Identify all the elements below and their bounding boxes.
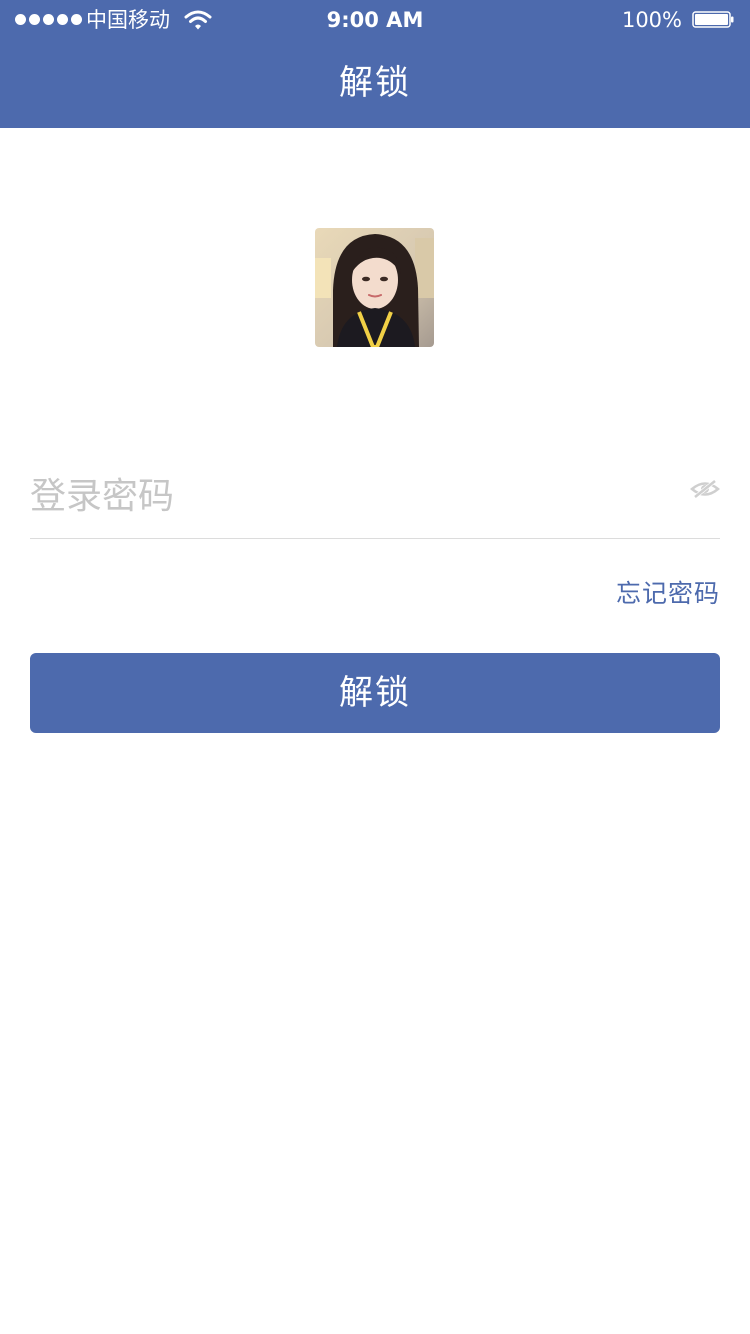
avatar bbox=[315, 228, 434, 347]
battery-icon bbox=[692, 11, 734, 28]
forgot-password-link[interactable]: 忘记密码 bbox=[616, 576, 720, 612]
header: 中国移动 9:00 AM 100% 解锁 bbox=[0, 0, 750, 128]
status-bar: 中国移动 9:00 AM 100% bbox=[0, 0, 750, 40]
password-input[interactable] bbox=[30, 462, 670, 530]
password-field-row bbox=[30, 452, 720, 539]
battery-percent: 100% bbox=[621, 8, 682, 32]
unlock-button[interactable]: 解锁 bbox=[30, 653, 720, 733]
eye-hidden-icon[interactable] bbox=[690, 478, 720, 500]
page-title: 解锁 bbox=[339, 63, 411, 103]
